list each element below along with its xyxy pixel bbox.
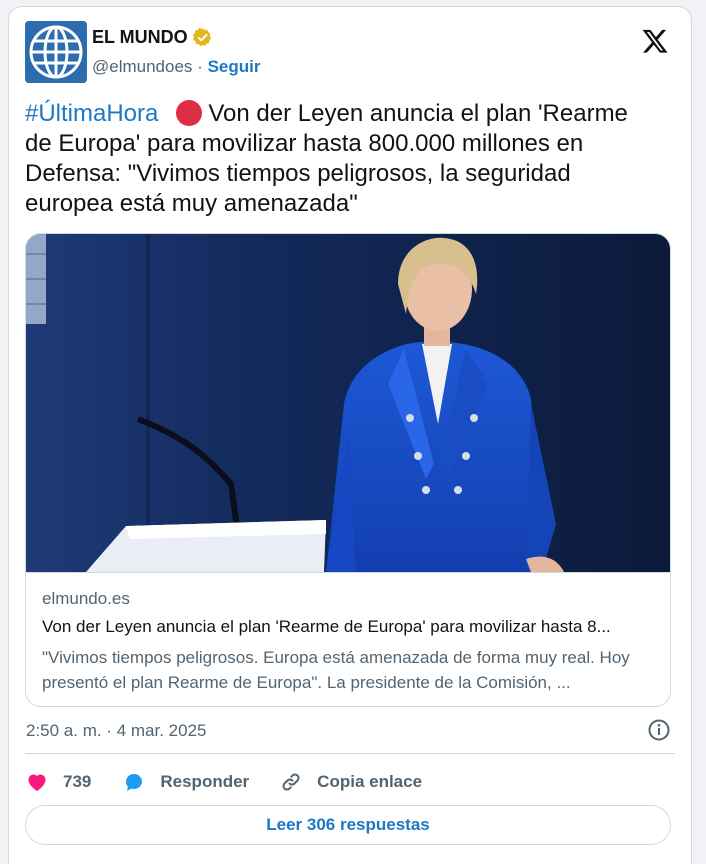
- photo-woman-blue-jacket-icon: [26, 234, 670, 572]
- copy-link-label: Copia enlace: [317, 772, 423, 791]
- tweet-actions: 739 Responder Copia enlace: [25, 767, 422, 797]
- account-name-row: EL MUNDO: [92, 27, 213, 48]
- tweet-text: #ÚltimaHora Von der Leyen anuncia el plan…: [25, 99, 661, 219]
- link-domain: elmundo.es: [42, 589, 130, 608]
- account-avatar[interactable]: [25, 21, 87, 83]
- divider: [25, 753, 675, 754]
- link-chain-icon: [282, 773, 300, 791]
- like-count: 739: [63, 772, 92, 791]
- account-name[interactable]: EL MUNDO: [92, 27, 188, 48]
- x-logo-icon[interactable]: [641, 27, 669, 55]
- link-title: Von der Leyen anuncia el plan 'Rearme de…: [42, 617, 611, 636]
- globe-logo-icon: [25, 21, 87, 83]
- heart-icon: [28, 774, 46, 791]
- tweet-header: EL MUNDO @elmundoes · Seguir: [25, 21, 675, 83]
- speech-bubble-icon: [126, 774, 143, 791]
- account-handle-row: @elmundoes · Seguir: [92, 57, 260, 77]
- reply-button[interactable]: Responder: [122, 770, 249, 794]
- follow-button[interactable]: Seguir: [208, 57, 261, 76]
- account-handle[interactable]: @elmundoes: [92, 57, 192, 76]
- link-preview-card[interactable]: elmundo.es Von der Leyen anuncia el plan…: [25, 233, 671, 707]
- reply-label: Responder: [160, 772, 250, 791]
- like-button[interactable]: 739: [25, 770, 91, 794]
- embedded-tweet-card: EL MUNDO @elmundoes · Seguir #ÚltimaHora…: [8, 6, 692, 864]
- link-card-meta: elmundo.es Von der Leyen anuncia el plan…: [26, 572, 670, 706]
- red-circle-emoji-icon: [176, 100, 203, 126]
- tweet-timestamp[interactable]: 2:50 a. m. · 4 mar. 2025: [26, 721, 206, 741]
- verified-badge-icon: [192, 27, 213, 48]
- link-description: "Vivimos tiempos peligrosos. Europa está…: [42, 648, 630, 692]
- hashtag-link[interactable]: #ÚltimaHora: [25, 100, 158, 127]
- read-replies-button[interactable]: Leer 306 respuestas: [25, 805, 671, 845]
- handle-separator: ·: [197, 57, 203, 76]
- info-circle-icon[interactable]: [647, 718, 671, 742]
- article-photo[interactable]: [26, 234, 670, 572]
- copy-link-button[interactable]: Copia enlace: [279, 770, 422, 794]
